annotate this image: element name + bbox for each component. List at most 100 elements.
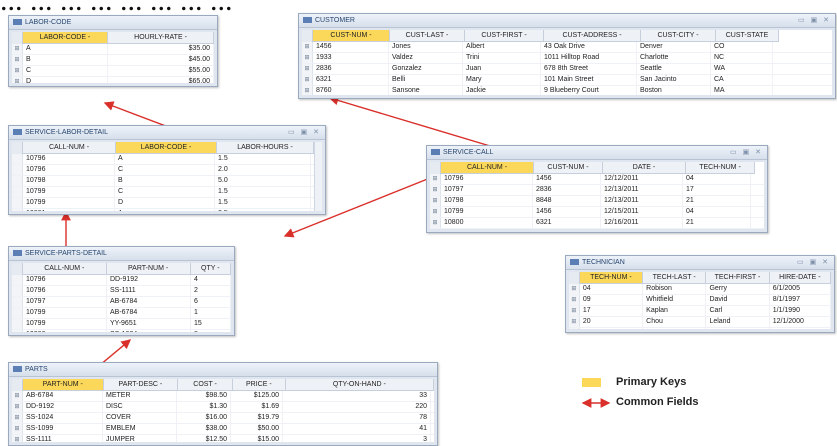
table-cell[interactable]: $35.00 xyxy=(108,44,214,54)
select-all-cell[interactable] xyxy=(569,272,580,284)
primary-key-column-header[interactable]: CUST-NUM - xyxy=(313,30,390,42)
table-cell[interactable]: Seattle xyxy=(637,64,711,74)
column-header[interactable]: QTY - xyxy=(190,263,231,275)
table-cell[interactable]: 6321 xyxy=(313,75,389,85)
table-row[interactable]: ⊞ AB-6784 METER $98.50 $125.00 33 xyxy=(12,391,434,402)
row-selector[interactable] xyxy=(12,165,23,175)
table-cell[interactable]: 10799 xyxy=(441,207,533,217)
row-selector[interactable] xyxy=(12,176,23,186)
table-cell[interactable]: 1456 xyxy=(533,174,601,184)
table-cell[interactable]: 17 xyxy=(683,185,751,195)
table-row[interactable]: ⊞ 10797 2836 12/13/2011 17 xyxy=(430,185,764,196)
table-cell[interactable]: 12/15/2011 xyxy=(601,207,683,217)
table-cell[interactable]: San Jacinto xyxy=(637,75,711,85)
table-cell[interactable]: 33 xyxy=(283,391,431,401)
select-all-cell[interactable] xyxy=(302,30,313,42)
table-cell[interactable]: 10796 xyxy=(23,154,115,164)
column-header[interactable]: CUST-CITY - xyxy=(641,30,716,42)
select-all-cell[interactable] xyxy=(12,142,23,154)
table-row[interactable]: ⊞ 8760 Sansone Jackie 9 Blueberry Court Bosto… xyxy=(302,86,832,95)
table-cell[interactable]: MA xyxy=(711,86,773,95)
table-cell[interactable]: COVER xyxy=(103,413,177,423)
datasheet-grid[interactable]: LABOR-CODE - HOURLY-RATE - ⊞ A $35.00 ⊞ B $45.0… xyxy=(12,32,214,83)
expand-row-icon[interactable]: ⊞ xyxy=(302,86,313,95)
select-all-cell[interactable] xyxy=(12,263,23,275)
table-cell[interactable]: 3 xyxy=(283,435,431,442)
table-cell[interactable]: Kaplan xyxy=(643,306,707,316)
table-row[interactable]: 10796 SS-1111 2 xyxy=(12,286,231,297)
column-header[interactable]: TECH-FIRST - xyxy=(706,272,770,284)
table-cell[interactable]: 10797 xyxy=(441,185,533,195)
table-cell[interactable]: NC xyxy=(711,53,773,63)
datasheet-grid[interactable]: CALL-NUM - PART-NUM - QTY -10796 DD-9192 4 10… xyxy=(12,263,231,332)
datasheet-grid[interactable]: CUST-NUM - CUST-LAST - CUST-FIRST - CUST-AD… xyxy=(302,30,832,95)
table-cell[interactable]: Albert xyxy=(463,42,541,52)
table-cell[interactable]: Chou xyxy=(643,317,707,327)
table-cell[interactable]: 2836 xyxy=(313,64,389,74)
table-cell[interactable]: METER xyxy=(103,391,177,401)
table-cell[interactable]: Charlotte xyxy=(637,53,711,63)
table-row[interactable]: ⊞ 20 Chou Leland 12/1/2000 xyxy=(569,317,831,328)
table-cell[interactable]: AB-6784 xyxy=(107,297,191,307)
table-cell[interactable]: 1.5 xyxy=(215,154,311,164)
table-cell[interactable]: $98.50 xyxy=(177,391,231,401)
row-selector[interactable] xyxy=(12,198,23,208)
table-cell[interactable]: Gerry xyxy=(706,284,770,294)
row-selector[interactable] xyxy=(12,154,23,164)
table-cell[interactable]: CO xyxy=(711,42,773,52)
table-row[interactable]: 10796 A 1.5 xyxy=(12,154,322,165)
table-cell[interactable]: $45.00 xyxy=(108,55,214,65)
table-cell[interactable]: Marie xyxy=(706,328,770,329)
expand-row-icon[interactable]: ⊞ xyxy=(430,185,441,195)
table-cell[interactable]: 10800 xyxy=(23,330,107,332)
window-controls-icon[interactable]: ▭ ▣ ✕ xyxy=(730,146,763,159)
expand-row-icon[interactable]: ⊞ xyxy=(302,64,313,74)
expand-row-icon[interactable]: ⊞ xyxy=(430,207,441,217)
table-cell[interactable]: DD-9192 xyxy=(107,275,191,285)
table-cell[interactable]: 5.0 xyxy=(215,176,311,186)
table-row[interactable]: ⊞ 1456 Jones Albert 43 Oak Drive Denver CO xyxy=(302,42,832,53)
table-cell[interactable]: 1933 xyxy=(313,53,389,63)
table-cell[interactable]: Mary xyxy=(463,75,541,85)
table-cell[interactable]: 10798 xyxy=(441,196,533,206)
table-cell[interactable]: YY-9651 xyxy=(107,319,191,329)
table-row[interactable]: ⊞ 10800 6321 12/16/2011 21 xyxy=(430,218,764,229)
table-cell[interactable]: 12/16/2011 xyxy=(601,218,683,228)
table-cell[interactable]: Juan xyxy=(463,64,541,74)
table-cell[interactable]: 8 xyxy=(191,330,231,332)
row-selector[interactable] xyxy=(12,209,23,211)
table-cell[interactable]: 09 xyxy=(580,295,644,305)
table-cell[interactable]: 220 xyxy=(283,402,431,412)
table-cell[interactable]: 2836 xyxy=(533,185,601,195)
table-row[interactable]: ⊞ 04 Robison Gerry 6/1/2005 xyxy=(569,284,831,295)
table-row[interactable]: ⊞21JohnsonMarie10/1/2011 xyxy=(569,328,831,329)
table-row[interactable]: 10799 D 1.5 xyxy=(12,198,322,209)
expand-row-icon[interactable]: ⊞ xyxy=(12,402,23,412)
table-cell[interactable]: Denver xyxy=(637,42,711,52)
primary-key-column-header[interactable]: CALL-NUM - xyxy=(441,162,534,174)
table-row[interactable]: 10799 C 1.5 xyxy=(12,187,322,198)
column-header[interactable]: CUST-FIRST - xyxy=(465,30,544,42)
row-selector[interactable] xyxy=(12,308,23,318)
table-row[interactable]: 10797 AB-6784 6 xyxy=(12,297,231,308)
table-cell[interactable]: D xyxy=(23,77,108,83)
primary-key-column-header[interactable]: TECH-NUM - xyxy=(579,272,644,284)
table-cell[interactable]: 8/1/1997 xyxy=(770,295,831,305)
primary-key-column-header[interactable]: LABOR-CODE - xyxy=(22,32,109,44)
table-cell[interactable]: 1 xyxy=(191,308,231,318)
table-cell[interactable]: 2.0 xyxy=(215,165,311,175)
table-cell[interactable]: 1011 Hilltop Road xyxy=(541,53,637,63)
table-cell[interactable]: DD-9192 xyxy=(23,402,103,412)
table-cell[interactable]: C xyxy=(115,187,215,197)
table-cell[interactable]: A xyxy=(23,44,108,54)
table-cell[interactable]: 8848 xyxy=(533,196,601,206)
table-row[interactable]: ⊞ A $35.00 xyxy=(12,44,214,55)
table-cell[interactable]: 101 Main Street xyxy=(541,75,637,85)
table-cell[interactable]: DISC xyxy=(103,402,177,412)
expand-row-icon[interactable]: ⊞ xyxy=(302,53,313,63)
table-cell[interactable]: B xyxy=(115,176,215,186)
table-cell[interactable]: SS-1024 xyxy=(107,330,191,332)
table-cell[interactable]: 10799 xyxy=(23,308,107,318)
table-cell[interactable]: 12/12/2011 xyxy=(601,174,683,184)
table-cell[interactable]: Johnson xyxy=(643,328,707,329)
